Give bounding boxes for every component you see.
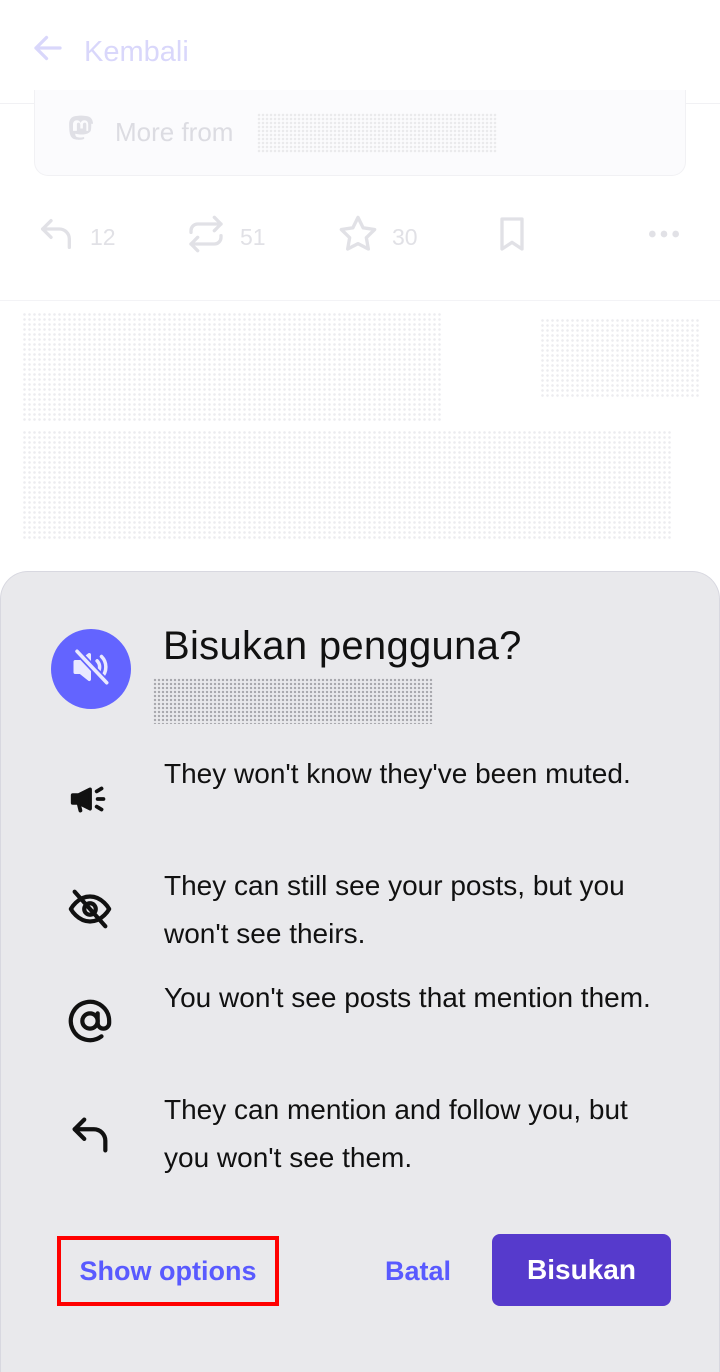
favourite-action[interactable]: 30 bbox=[338, 214, 418, 260]
megaphone-icon bbox=[67, 776, 113, 822]
mute-icon-badge bbox=[51, 629, 131, 709]
info-text: They can still see your posts, but you w… bbox=[164, 870, 625, 949]
mute-confirm-button[interactable]: Bisukan bbox=[492, 1234, 671, 1306]
redacted-username bbox=[153, 678, 433, 724]
redacted-name bbox=[257, 112, 498, 153]
boost-icon bbox=[186, 214, 226, 260]
reply-count: 12 bbox=[90, 223, 116, 250]
mute-user-dialog: Bisukan pengguna? They won't know they'v… bbox=[0, 571, 720, 1372]
redacted-content bbox=[22, 312, 442, 422]
star-icon bbox=[338, 214, 378, 260]
more-dots-icon bbox=[644, 214, 684, 260]
reply-action[interactable]: 12 bbox=[36, 214, 116, 260]
info-text: They won't know they've been muted. bbox=[164, 758, 631, 789]
reply-icon bbox=[67, 1112, 113, 1158]
redacted-content bbox=[540, 318, 700, 398]
arrow-left-icon bbox=[30, 30, 66, 74]
reply-icon bbox=[36, 214, 76, 260]
dialog-title: Bisukan pengguna? bbox=[163, 624, 522, 668]
back-button[interactable]: Kembali bbox=[30, 30, 189, 74]
info-text: You won't see posts that mention them. bbox=[164, 982, 651, 1013]
top-bar: Kembali bbox=[0, 0, 720, 104]
divider bbox=[0, 300, 720, 301]
eye-off-icon bbox=[67, 886, 113, 932]
boost-count: 51 bbox=[240, 223, 266, 250]
post-actions-bar: 12 51 30 bbox=[0, 196, 720, 274]
more-action[interactable] bbox=[644, 214, 684, 260]
boost-action[interactable]: 51 bbox=[186, 214, 266, 260]
more-from-label: More from bbox=[115, 117, 234, 147]
favourite-count: 30 bbox=[392, 223, 418, 250]
back-label: Kembali bbox=[84, 35, 189, 68]
info-text: They can mention and follow you, but you… bbox=[164, 1094, 628, 1173]
redacted-content bbox=[22, 430, 672, 540]
more-from-card[interactable]: More from bbox=[34, 90, 686, 176]
cancel-button[interactable]: Batal bbox=[363, 1236, 473, 1306]
mastodon-icon bbox=[65, 113, 97, 152]
bookmark-action[interactable] bbox=[492, 214, 532, 260]
at-sign-icon bbox=[67, 998, 113, 1044]
bookmark-icon bbox=[492, 214, 532, 260]
volume-off-icon bbox=[70, 646, 112, 693]
show-options-button[interactable]: Show options bbox=[57, 1236, 279, 1306]
